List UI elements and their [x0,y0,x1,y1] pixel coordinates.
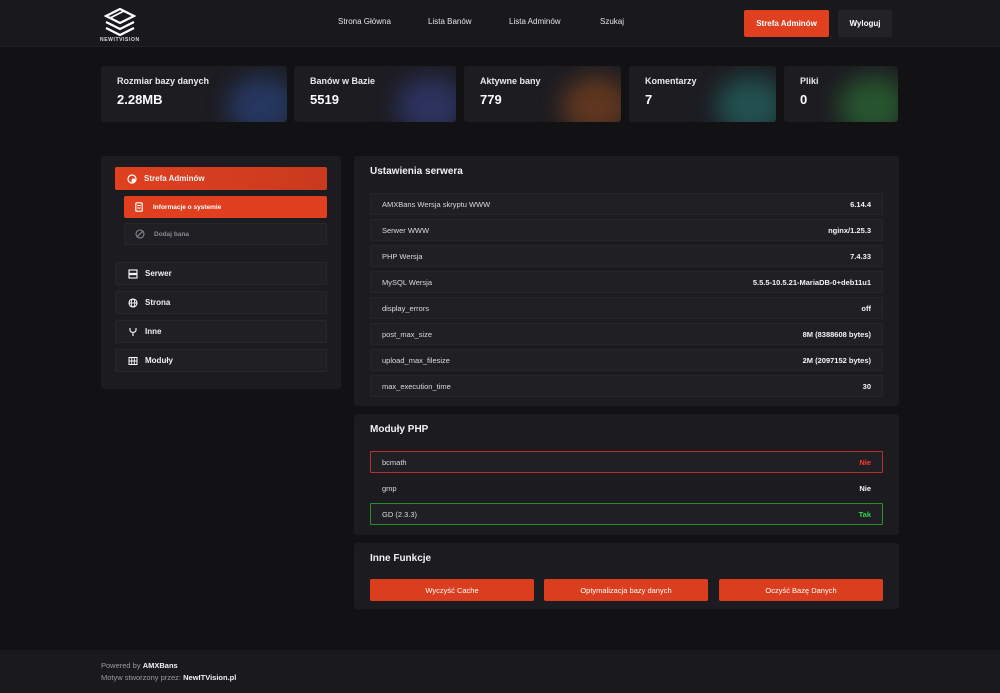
stat-value: 7 [645,92,653,107]
php-modules-panel: Moduły PHP bcmath Nie gmp Nie GD (2.3.3)… [354,414,899,535]
sidebar-item-label: Moduły [145,356,173,365]
settings-value: 5.5.5-10.5.21-MariaDB-0+deb11u1 [752,277,871,287]
settings-key: upload_max_filesize [382,355,450,365]
clean-database-button[interactable]: Oczyść Bazę Danych [719,579,883,601]
nav-link-admin-list[interactable]: Lista Adminów [509,17,561,26]
admin-sidebar: Strefa Adminów Informacje o systemie Dod… [101,156,341,389]
sidebar-item-label: Serwer [145,269,172,278]
module-name: bcmath [382,457,407,467]
admin-zone-button[interactable]: Strefa Adminów [744,10,829,37]
other-functions-panel: Inne Funkcje Wyczyść Cache Optymalizacja… [354,543,899,609]
sidebar-item-server[interactable]: Serwer [115,262,327,285]
logout-button[interactable]: Wyloguj [838,10,892,37]
settings-row: PHP Wersja 7.4.33 [370,245,883,267]
server-settings-panel: Ustawienia serwera AMXBans Wersja skrypt… [354,156,899,406]
settings-value: 6.14.4 [850,199,871,209]
settings-key: PHP Wersja [382,251,423,261]
settings-row: upload_max_filesize 2M (2097152 bytes) [370,349,883,371]
stat-value: 2.28MB [117,92,163,107]
sidebar-subitem-label: Dodaj bana [154,230,190,238]
stat-label: Banów w Bazie [310,76,376,86]
footer-theme-prefix: Motyw stworzony przez: [101,673,184,682]
settings-row: Serwer WWW nginx/1.25.3 [370,219,883,241]
sidebar-subitem-add-ban[interactable]: Dodaj bana [124,223,327,245]
stat-glow [396,76,456,122]
stat-card-active-bans: Aktywne bany 779 [464,66,621,122]
settings-key: AMXBans Wersja skryptu WWW [382,199,491,209]
stat-card-db-size: Rozmiar bazy danych 2.28MB [101,66,287,122]
footer-theme-credit: Motyw stworzony przez: NewITVision.pl [101,673,236,682]
settings-row: post_max_size 8M (8388608 bytes) [370,323,883,345]
sidebar-item-label: Strona [145,298,171,307]
stat-glow [561,76,621,122]
sidebar-item-other[interactable]: Inne [115,320,327,343]
settings-key: Serwer WWW [382,225,430,235]
logo-text: NEWITVISION [100,37,140,43]
settings-value: 2M (2097152 bytes) [802,355,871,365]
nav-link-ban-list[interactable]: Lista Banów [428,17,472,26]
panel-title: Ustawienia serwera [370,166,463,177]
stat-label: Komentarzy [645,76,697,86]
fork-icon [128,327,138,337]
stat-label: Aktywne bany [480,76,541,86]
sidebar-subitem-label: Informacje o systemie [153,203,222,211]
footer-powered-prefix: Powered by [101,661,143,670]
settings-row: display_errors off [370,297,883,319]
sidebar-subitem-system-info[interactable]: Informacje o systemie [124,196,327,218]
sidebar-item-modules[interactable]: Moduły [115,349,327,372]
server-icon [128,268,138,279]
stat-value: 779 [480,92,502,107]
stat-glow [716,76,776,122]
sidebar-item-admin-zone[interactable]: Strefa Adminów [115,167,327,190]
document-icon [134,202,144,212]
module-row: GD (2.3.3) Tak [370,503,883,525]
sidebar-item-site[interactable]: Strona [115,291,327,314]
settings-row: MySQL Wersja 5.5.5-10.5.21-MariaDB-0+deb… [370,271,883,293]
settings-row: AMXBans Wersja skryptu WWW 6.14.4 [370,193,883,215]
settings-key: display_errors [382,303,430,313]
settings-key: max_execution_time [382,381,451,391]
grid-icon [128,356,138,366]
stat-glow [227,76,287,122]
stat-label: Pliki [800,76,819,86]
stat-card-comments: Komentarzy 7 [629,66,776,122]
settings-key: post_max_size [382,329,433,339]
stat-glow [838,76,898,122]
panel-title: Moduły PHP [370,424,429,435]
shield-user-icon [127,173,137,184]
stat-card-bans-total: Banów w Bazie 5519 [294,66,456,122]
nav-link-home[interactable]: Strona Główna [338,17,391,26]
module-row: bcmath Nie [370,451,883,473]
stat-value: 0 [800,92,808,107]
nav-link-search[interactable]: Szukaj [600,17,624,26]
sidebar-item-label: Strefa Adminów [144,174,205,183]
optimize-database-button[interactable]: Optymalizacja bazy danych [544,579,708,601]
settings-value: 30 [862,381,871,391]
settings-value: 8M (8388608 bytes) [802,329,871,339]
panel-title: Inne Funkcje [370,553,432,564]
stat-value: 5519 [310,92,339,107]
top-navbar: NEWITVISION Strona Główna Lista Banów Li… [0,0,1000,47]
stat-label: Rozmiar bazy danych [117,76,210,86]
module-name: gmp [382,483,397,493]
settings-value: off [861,303,871,313]
clear-cache-button[interactable]: Wyczyść Cache [370,579,534,601]
module-name: GD (2.3.3) [382,509,418,519]
sidebar-item-label: Inne [145,327,162,336]
globe-icon [128,297,138,308]
footer-theme-author[interactable]: NewITVision.pl [183,673,236,682]
module-status: Nie [859,483,871,493]
footer-powered-by: Powered by AMXBans [101,661,178,670]
settings-value: nginx/1.25.3 [828,225,871,235]
settings-key: MySQL Wersja [382,277,433,287]
footer-powered-name[interactable]: AMXBans [143,661,178,670]
stat-card-files: Pliki 0 [784,66,898,122]
settings-value: 7.4.33 [850,251,871,261]
settings-row: max_execution_time 30 [370,375,883,397]
module-status: Tak [858,509,871,519]
page-footer: Powered by AMXBans Motyw stworzony przez… [0,650,1000,693]
module-row: gmp Nie [370,477,883,499]
module-status: Nie [859,457,871,467]
ban-icon [135,229,145,239]
